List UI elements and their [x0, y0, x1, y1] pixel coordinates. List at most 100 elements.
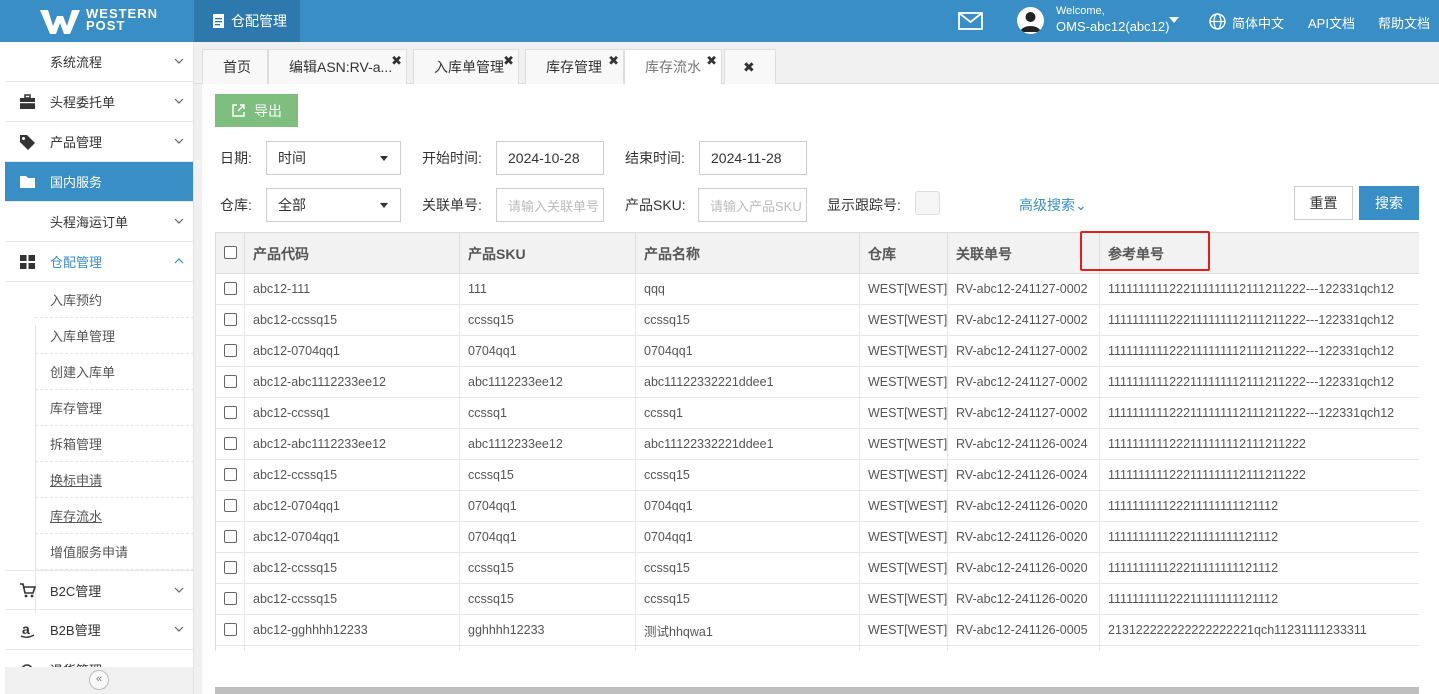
close-icon[interactable]: ✖	[608, 53, 619, 69]
row-checkbox-cell	[216, 429, 245, 459]
language-selector[interactable]: 简体中文	[1232, 13, 1284, 32]
close-icon[interactable]: ✖	[706, 53, 717, 69]
export-button[interactable]: 导出	[215, 94, 298, 127]
sidebar-item-products[interactable]: 产品管理	[5, 122, 193, 162]
caret-down-icon[interactable]	[1169, 17, 1179, 23]
tab-inbound-orders[interactable]: 入库单管理 ✖	[413, 49, 519, 84]
sku-input[interactable]: 请输入产品SKU	[698, 188, 807, 222]
row-checkbox[interactable]	[224, 313, 237, 326]
horizontal-scrollbar[interactable]	[215, 687, 1419, 694]
tab-home[interactable]: 首页	[202, 49, 268, 84]
table-cell: qch0606motuoche81	[460, 646, 636, 651]
logo[interactable]: WESTERN POST	[0, 0, 194, 42]
row-checkbox[interactable]	[224, 344, 237, 357]
column-header[interactable]: 产品名称	[636, 233, 860, 274]
table-row[interactable]: abc12-0704qq1 0704qq1 0704qq1 WEST[WEST] RV-…	[216, 491, 1419, 522]
row-checkbox[interactable]	[224, 406, 237, 419]
module-tab-warehouse[interactable]: 仓配管理	[194, 0, 300, 42]
row-checkbox[interactable]	[224, 437, 237, 450]
table-row[interactable]: abc12-ccssq15 ccssq15 ccssq15 WEST[WEST] RV-…	[216, 584, 1419, 615]
table-row[interactable]: abc12-gghhhh12233 gghhhh12233 测试hhqwa1 WEST…	[216, 615, 1419, 646]
top-bar: WESTERN POST 仓配管理 Welcome, OMS-abc12(abc…	[0, 0, 1439, 42]
sidebar-subitem-create-inbound[interactable]: 创建入库单	[35, 354, 193, 390]
table-cell: ccssq15	[460, 584, 636, 614]
table-row[interactable]: abc12-111 111 qqq WEST[WEST] RV-abc12-241127…	[216, 274, 1419, 305]
column-header[interactable]: 产品SKU	[460, 233, 636, 274]
table-row[interactable]: abc12-qch0606motuoche81qch0606motuoche81…	[216, 646, 1419, 651]
row-checkbox[interactable]	[224, 530, 237, 543]
column-header[interactable]: 产品代码	[245, 233, 460, 274]
scrollbar-thumb[interactable]	[215, 687, 1419, 694]
close-all-icon[interactable]: ✖	[743, 59, 755, 76]
username[interactable]: OMS-abc12(abc12)	[1056, 19, 1169, 34]
avatar[interactable]	[1017, 7, 1044, 34]
table-row[interactable]: abc12-ccssq1 ccssq1 ccssq1 WEST[WEST] RV-abc…	[216, 398, 1419, 429]
user-icon	[1020, 12, 1041, 32]
sidebar-subitem-inbound-orders[interactable]: 入库单管理	[35, 318, 193, 354]
table-row[interactable]: abc12-0704qq1 0704qq1 0704qq1 WEST[WEST] RV-…	[216, 522, 1419, 553]
sidebar-item-b2c[interactable]: B2C管理	[5, 570, 193, 610]
tab-close-all[interactable]: ✖	[724, 49, 776, 84]
row-checkbox[interactable]	[224, 468, 237, 481]
start-date-input[interactable]: 2024-10-28	[496, 141, 604, 175]
help-doc-link[interactable]: 帮助文档	[1378, 13, 1430, 32]
sidebar-item-b2b[interactable]: a B2B管理	[5, 610, 193, 650]
row-checkbox-cell	[216, 553, 245, 583]
tab-label: 首页	[223, 59, 251, 75]
column-header[interactable]: 仓库	[860, 233, 948, 274]
collapse-sidebar-button[interactable]: «	[89, 670, 109, 690]
sidebar-item-first-leg[interactable]: 头程委托单	[5, 82, 193, 122]
table-row[interactable]: abc12-abc1112233ee12 abc1112233ee12 abc111…	[216, 367, 1419, 398]
table-row[interactable]: abc12-ccssq15 ccssq15 ccssq15 WEST[WEST] RV-…	[216, 460, 1419, 491]
end-date-input[interactable]: 2024-11-28	[699, 141, 807, 175]
table-cell: RV-abc12-241126-0024	[948, 460, 1100, 490]
close-icon[interactable]: ✖	[503, 53, 514, 69]
table-cell: WEST[WEST]	[860, 553, 948, 583]
sidebar-subitem-unboxing[interactable]: 拆箱管理	[35, 426, 193, 462]
show-tracking-checkbox[interactable]	[915, 191, 940, 215]
sku-label: 产品SKU:	[625, 197, 686, 213]
ref-number-input[interactable]: 请输入关联单号	[496, 188, 604, 222]
advanced-search-link[interactable]: 高级搜索⌄	[1019, 195, 1087, 215]
mail-icon[interactable]	[958, 12, 983, 30]
sidebar-item-warehouse[interactable]: 仓配管理	[5, 242, 193, 282]
chevron-down-icon	[174, 98, 184, 104]
sidebar-item-sea-orders[interactable]: 头程海运订单	[5, 202, 193, 242]
row-checkbox[interactable]	[224, 499, 237, 512]
close-icon[interactable]: ✖	[391, 53, 402, 69]
table-cell: abc12-0704qq1	[245, 336, 460, 366]
search-button[interactable]: 搜索	[1359, 186, 1419, 220]
tab-inventory[interactable]: 库存管理 ✖	[525, 49, 624, 84]
table-row[interactable]: abc12-ccssq15 ccssq15 ccssq15 WEST[WEST] RV-…	[216, 553, 1419, 584]
warehouse-select[interactable]: 全部	[266, 188, 401, 222]
tab-edit-asn[interactable]: 编辑ASN:RV-a... ✖	[268, 49, 407, 84]
globe-icon[interactable]	[1209, 13, 1226, 30]
table-cell: RV-abc12-241126-0020	[948, 584, 1100, 614]
sidebar-subitem-relabel[interactable]: 换标申请	[35, 462, 193, 498]
sidebar-subitem-inventory[interactable]: 库存管理	[35, 390, 193, 426]
sidebar-subitem-inbound-booking[interactable]: 入库预约	[35, 282, 193, 318]
date-type-select[interactable]: 时间	[266, 141, 401, 175]
row-checkbox[interactable]	[224, 623, 237, 636]
table-cell: abc11122332221ddee1	[636, 429, 860, 459]
sidebar-subitem-inventory-flow[interactable]: 库存流水	[35, 498, 193, 534]
reset-button[interactable]: 重置	[1294, 186, 1353, 220]
select-all-checkbox[interactable]	[224, 246, 237, 259]
header-checkbox-cell	[216, 233, 245, 274]
caret-down-icon	[380, 156, 388, 161]
sidebar-item-domestic[interactable]: 国内服务	[5, 162, 193, 202]
row-checkbox[interactable]	[224, 282, 237, 295]
table-row[interactable]: abc12-0704qq1 0704qq1 0704qq1 WEST[WEST] RV-…	[216, 336, 1419, 367]
api-doc-link[interactable]: API文档	[1308, 13, 1355, 32]
table-row[interactable]: abc12-ccssq15 ccssq15 ccssq15 WEST[WEST] RV-…	[216, 305, 1419, 336]
row-checkbox[interactable]	[224, 375, 237, 388]
amazon-icon: a	[20, 622, 35, 638]
sidebar-subitem-value-added[interactable]: 增值服务申请	[35, 534, 193, 570]
sidebar-item-system-flow[interactable]: 系统流程	[5, 42, 193, 82]
table-cell: abc11122332221ddee1	[636, 367, 860, 397]
tab-inventory-flow[interactable]: 库存流水 ✖	[624, 49, 722, 84]
table-row[interactable]: abc12-abc1112233ee12 abc1112233ee12 abc111…	[216, 429, 1419, 460]
row-checkbox[interactable]	[224, 592, 237, 605]
row-checkbox[interactable]	[224, 561, 237, 574]
column-header[interactable]: 关联单号	[948, 233, 1100, 274]
